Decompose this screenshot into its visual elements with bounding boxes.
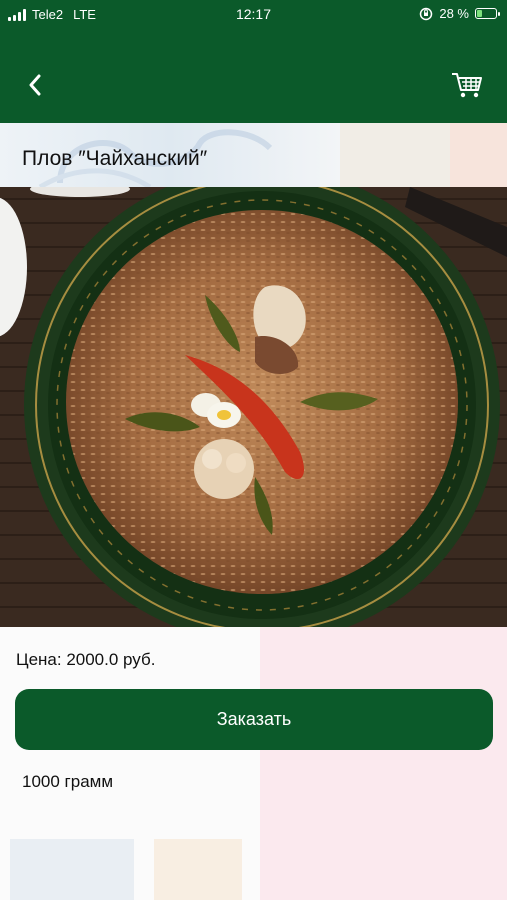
product-title: Плов ″Чайханский″	[22, 147, 208, 170]
nav-bar	[0, 30, 507, 123]
decorative-tile	[10, 839, 134, 900]
product-price: Цена: 2000.0 руб.	[16, 650, 156, 669]
back-button[interactable]	[18, 68, 52, 102]
chevron-left-icon	[29, 74, 41, 96]
orientation-lock-icon	[420, 7, 433, 20]
product-weight: 1000 грамм	[22, 772, 114, 791]
battery-icon	[475, 8, 500, 19]
decorative-tile	[450, 123, 507, 187]
decorative-tile	[154, 839, 242, 900]
order-button[interactable]: Заказать	[15, 689, 493, 750]
product-photo	[0, 167, 507, 643]
battery-percent: 28 %	[439, 6, 469, 21]
status-right: 28 %	[419, 6, 500, 21]
decorative-tile	[340, 123, 450, 187]
cart-button[interactable]	[449, 68, 485, 102]
status-bar: Tele2 LTE 12:17 28 %	[0, 0, 507, 30]
decorative-tile	[260, 627, 507, 900]
cart-icon	[452, 73, 482, 98]
